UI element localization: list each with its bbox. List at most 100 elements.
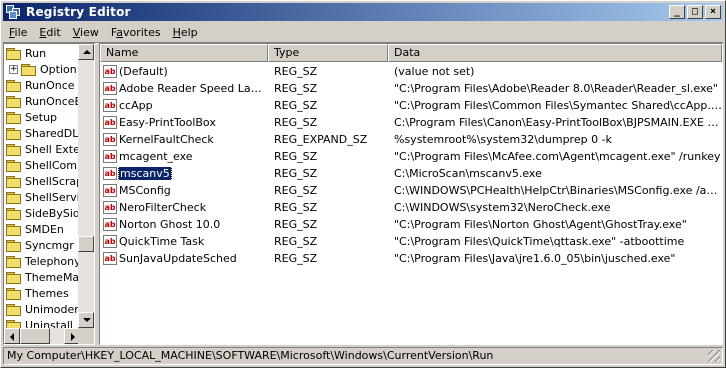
table-row[interactable]: ab Easy-PrintToolBox REG_SZ C:\Program File… [100,114,722,131]
folder-icon [6,303,21,316]
column-header-name[interactable]: Name [100,44,268,62]
value-data: C:\WINDOWS\system32\NeroCheck.exe [394,201,611,214]
tree-item-label: ShellScrap [25,174,80,188]
tree-item[interactable]: RunOnceE [6,93,80,109]
tree-item[interactable]: ThemeMan [6,269,80,285]
tree-scroll-down-button[interactable] [78,312,94,328]
tree-item[interactable]: Themes [6,285,69,301]
tree-item[interactable]: Shell Exter [6,141,80,157]
title-bar[interactable]: Registry Editor _ □ × [3,3,723,21]
folder-icon [6,111,21,124]
tree-item-label: ThemeMan [25,270,80,284]
string-value-icon: ab [103,252,117,265]
values-list-pane[interactable]: Name Type Data ab (Default) REG_SZ (value n… [99,43,723,345]
tree-item[interactable]: Run [6,45,46,61]
menu-favorites[interactable]: Favorites [105,26,167,39]
value-name: (Default) [119,65,168,78]
value-type: REG_SZ [274,167,318,180]
value-name-cell: ab MSConfig [100,184,268,197]
tree-item[interactable]: SMDEn [6,221,64,237]
tree-item-label: Themes [25,286,69,300]
string-value-icon: ab [103,167,117,180]
tree-item-label: Setup [25,110,58,124]
tree-horizontal-scroll-thumb[interactable] [20,328,50,344]
tree-item-label: SMDEn [25,222,64,236]
value-name-cell: ab KernelFaultCheck [100,133,268,146]
tree-item-label: RunOnceE [25,94,80,108]
tree-item-label: SideBySide [25,206,80,220]
tree-expander-icon[interactable]: + [9,64,18,74]
table-row[interactable]: ab Adobe Reader Speed Launc... REG_SZ "C:\P… [100,80,722,97]
close-button[interactable]: × [705,5,721,19]
value-name: NeroFilterCheck [119,201,207,214]
tree-item[interactable]: SharedDLL [6,125,80,141]
string-value-icon: ab [103,201,117,214]
tree-item-label: Option [40,62,77,76]
tree-vertical-scrollbar[interactable] [78,44,94,328]
status-path: My Computer\HKEY_LOCAL_MACHINE\SOFTWARE\… [7,349,494,362]
table-row[interactable]: ab SunJavaUpdateSched REG_SZ "C:\Program Fi… [100,250,722,267]
value-type: REG_EXPAND_SZ [274,133,368,146]
tree-item[interactable]: Setup [6,109,57,125]
tree-item[interactable]: SideBySide [6,205,80,221]
value-name-cell: ab Adobe Reader Speed Launc... [100,82,268,95]
value-data: C:\Program Files\Canon\Easy-PrintToolBox… [394,116,722,129]
table-row[interactable]: ab NeroFilterCheck REG_SZ C:\WINDOWS\system… [100,199,722,216]
tree-item[interactable]: Telephony [6,253,80,269]
tree-item-label: RunOnce [25,78,75,92]
menu-view[interactable]: View [67,26,105,39]
tree-item[interactable]: Syncmgr [6,237,74,253]
minimize-button[interactable]: _ [669,5,685,19]
value-name: SunJavaUpdateSched [119,252,237,265]
tree-scroll-up-button[interactable] [78,44,94,60]
string-value-icon: ab [103,116,117,129]
tree-item[interactable]: ShellCompa [6,157,80,173]
column-header-type[interactable]: Type [268,44,388,62]
tree-item[interactable]: + Option [9,61,77,77]
table-row[interactable]: ab mscanv5 REG_SZ C:\MicroScan\mscanv5.exe [100,165,722,182]
tree-item-label: Telephony [25,254,80,268]
string-value-icon: ab [103,99,117,112]
menu-help[interactable]: Help [167,26,204,39]
menu-edit[interactable]: Edit [33,26,66,39]
folder-icon [6,207,21,220]
tree-item[interactable]: RunOnce [6,77,75,93]
tree-horizontal-scrollbar[interactable] [4,328,80,344]
folder-icon [6,143,21,156]
window-title: Registry Editor [26,5,131,19]
table-row[interactable]: ab mcagent_exe REG_SZ "C:\Program Files\McA… [100,148,722,165]
string-value-icon: ab [103,235,117,248]
key-tree-pane[interactable]: Run + Option RunOnce RunOnceE Setup SharedDLL S… [3,43,95,345]
maximize-button[interactable]: □ [687,5,703,19]
value-type: REG_SZ [274,184,318,197]
resize-grip[interactable] [708,350,720,362]
tree-item-label: ShellServic [25,190,80,204]
column-header-data[interactable]: Data [388,44,722,62]
folder-icon [6,175,21,188]
folder-icon [6,159,21,172]
status-bar: My Computer\HKEY_LOCAL_MACHINE\SOFTWARE\… [3,347,723,365]
string-value-icon: ab [103,150,117,163]
value-data: "C:\Program Files\Common Files\Symantec … [394,99,722,112]
table-row[interactable]: ab Norton Ghost 10.0 REG_SZ "C:\Program Fil… [100,216,722,233]
value-data: "C:\Program Files\QuickTime\qttask.exe" … [394,235,685,248]
tree-item[interactable]: ShellScrap [6,173,80,189]
table-row[interactable]: ab ccApp REG_SZ "C:\Program Files\Common Fi… [100,97,722,114]
value-type: REG_SZ [274,252,318,265]
tree-scroll-left-button[interactable] [4,328,20,344]
tree-item[interactable]: ShellServic [6,189,80,205]
table-row[interactable]: ab KernelFaultCheck REG_EXPAND_SZ %systemro… [100,131,722,148]
folder-icon [6,95,21,108]
value-name-cell: ab Norton Ghost 10.0 [100,218,268,231]
value-type: REG_SZ [274,99,318,112]
menu-file[interactable]: File [3,26,33,39]
value-type: REG_SZ [274,201,318,214]
table-row[interactable]: ab QuickTime Task REG_SZ "C:\Program Files\… [100,233,722,250]
tree-vertical-scroll-thumb[interactable] [78,236,94,252]
tree-item[interactable]: Unimodem [6,301,80,317]
string-value-icon: ab [103,133,117,146]
value-name: mscanv5 [118,167,172,180]
table-row[interactable]: ab MSConfig REG_SZ C:\WINDOWS\PCHealth\Help… [100,182,722,199]
table-row[interactable]: ab (Default) REG_SZ (value not set) [100,63,722,80]
tree-item[interactable]: Uninstall [6,317,73,328]
